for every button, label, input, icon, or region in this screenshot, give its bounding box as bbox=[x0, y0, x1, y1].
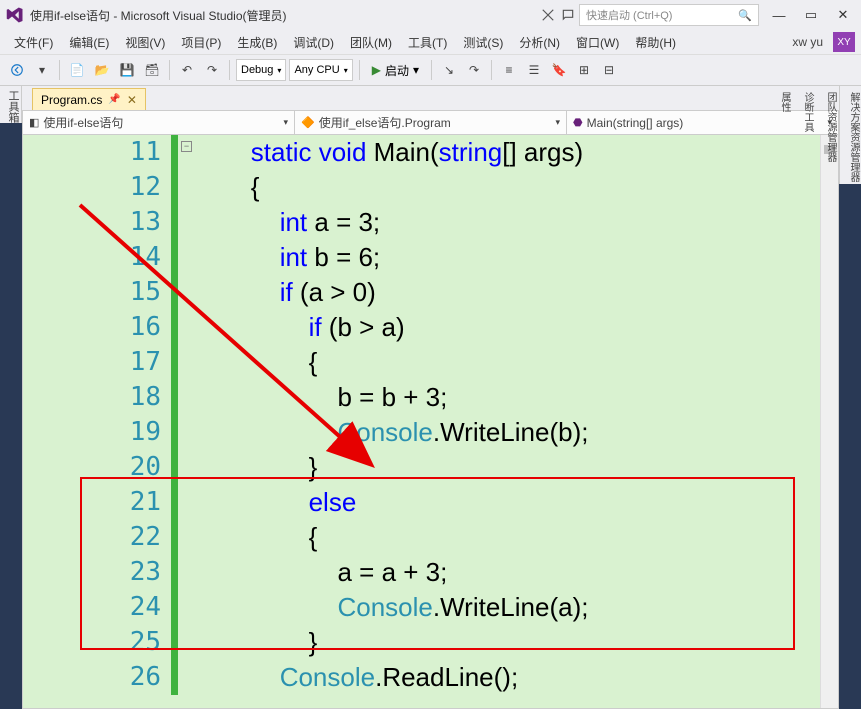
menu-window[interactable]: 窗口(W) bbox=[568, 32, 627, 53]
menu-edit[interactable]: 编辑(E) bbox=[61, 32, 117, 53]
code-line[interactable]: if (b > a) bbox=[193, 312, 405, 347]
line-number: 11 bbox=[111, 137, 161, 167]
menu-build[interactable]: 生成(B) bbox=[229, 32, 285, 53]
start-button[interactable]: ▶启动▾ bbox=[366, 62, 425, 79]
code-line[interactable]: { bbox=[193, 347, 317, 382]
feedback-icon[interactable] bbox=[561, 8, 575, 22]
vs-logo-icon bbox=[6, 6, 24, 24]
menu-tools[interactable]: 工具(T) bbox=[400, 32, 455, 53]
code-line[interactable]: int a = 3; bbox=[193, 207, 380, 242]
format-icon[interactable]: ⊞ bbox=[573, 59, 595, 81]
close-tab-icon[interactable]: ✕ bbox=[127, 93, 137, 107]
document-well: Program.cs 📌 ✕ ◧使用if-else语句▾ 🔶使用if_else语… bbox=[0, 86, 861, 709]
user-avatar[interactable]: XY bbox=[833, 32, 855, 52]
close-button[interactable]: ✕ bbox=[831, 4, 855, 26]
menu-test[interactable]: 测试(S) bbox=[455, 32, 511, 53]
save-button[interactable]: 💾 bbox=[116, 59, 138, 81]
minimize-button[interactable]: — bbox=[767, 4, 791, 26]
line-number: 21 bbox=[111, 487, 161, 517]
new-project-button[interactable]: 📄 bbox=[66, 59, 88, 81]
code-line[interactable]: } bbox=[193, 452, 317, 487]
nav-project-dropdown[interactable]: ◧使用if-else语句▾ bbox=[23, 111, 295, 134]
search-icon: 🔍 bbox=[738, 9, 752, 22]
diagnostic-tab[interactable]: 诊断工具 bbox=[800, 90, 815, 184]
undo-button[interactable]: ↶ bbox=[176, 59, 198, 81]
right-rail: 解决方案资源管理器 团队资源管理器 诊断工具 属性 bbox=[839, 86, 861, 184]
file-tab-program[interactable]: Program.cs 📌 ✕ bbox=[32, 88, 146, 110]
line-number: 26 bbox=[111, 662, 161, 692]
code-line[interactable]: static void Main(string[] args) bbox=[193, 137, 583, 172]
line-number: 24 bbox=[111, 592, 161, 622]
uncomment-icon[interactable]: ☰ bbox=[523, 59, 545, 81]
redo-button[interactable]: ↷ bbox=[201, 59, 223, 81]
nav-back-button[interactable] bbox=[6, 59, 28, 81]
menu-team[interactable]: 团队(M) bbox=[342, 32, 400, 53]
properties-tab[interactable]: 属性 bbox=[777, 90, 792, 184]
notification-icon[interactable] bbox=[541, 8, 555, 22]
line-number: 18 bbox=[111, 382, 161, 412]
team-explorer-tab[interactable]: 团队资源管理器 bbox=[823, 90, 838, 184]
line-number: 14 bbox=[111, 242, 161, 272]
code-line[interactable]: } bbox=[193, 627, 317, 662]
line-number: 15 bbox=[111, 277, 161, 307]
outline-collapse-icon[interactable]: − bbox=[181, 141, 192, 152]
code-text[interactable]: static void Main(string[] args) { int a … bbox=[193, 135, 820, 708]
quick-launch-input[interactable]: 快速启动 (Ctrl+Q) 🔍 bbox=[579, 4, 759, 26]
platform-dropdown[interactable]: Any CPU▾ bbox=[289, 59, 352, 81]
quick-launch-placeholder: 快速启动 (Ctrl+Q) bbox=[586, 7, 672, 23]
vertical-scrollbar[interactable] bbox=[820, 135, 838, 708]
toolbox-rail[interactable]: 工具箱 bbox=[0, 86, 22, 123]
line-number: 25 bbox=[111, 627, 161, 657]
save-all-button[interactable]: 🗃 bbox=[141, 59, 163, 81]
nav-fwd-button[interactable]: ▾ bbox=[31, 59, 53, 81]
open-file-button[interactable]: 📂 bbox=[91, 59, 113, 81]
line-number: 20 bbox=[111, 452, 161, 482]
code-line[interactable]: a = a + 3; bbox=[193, 557, 447, 592]
code-line[interactable]: if (a > 0) bbox=[193, 277, 376, 312]
nav-method-dropdown[interactable]: ⬣Main(string[] args)▾ bbox=[567, 111, 838, 134]
code-line[interactable]: Console.ReadLine(); bbox=[193, 662, 518, 697]
user-name[interactable]: xw yu bbox=[792, 35, 823, 49]
line-number: 16 bbox=[111, 312, 161, 342]
restore-button[interactable]: ▭ bbox=[799, 4, 823, 26]
editor: ◧使用if-else语句▾ 🔶使用if_else语句.Program▾ ⬣Mai… bbox=[22, 110, 839, 709]
window-title: 使用if-else语句 - Microsoft Visual Studio(管理… bbox=[30, 7, 287, 24]
code-surface[interactable]: − 11 12 13 14 15 16 17 18 19 20 21 22 23 24 25 26 stati… bbox=[23, 135, 838, 708]
comment-icon[interactable]: ≡ bbox=[498, 59, 520, 81]
config-dropdown[interactable]: Debug▾ bbox=[236, 59, 286, 81]
code-line[interactable]: Console.WriteLine(b); bbox=[193, 417, 588, 452]
pin-icon[interactable]: 📌 bbox=[108, 94, 120, 105]
title-bar: 使用if-else语句 - Microsoft Visual Studio(管理… bbox=[0, 0, 861, 30]
code-line[interactable]: { bbox=[193, 172, 259, 207]
code-line[interactable]: Console.WriteLine(a); bbox=[193, 592, 588, 627]
menu-file[interactable]: 文件(F) bbox=[6, 32, 61, 53]
line-number: 12 bbox=[111, 172, 161, 202]
line-number: 22 bbox=[111, 522, 161, 552]
line-number: 19 bbox=[111, 417, 161, 447]
menu-project[interactable]: 项目(P) bbox=[173, 32, 229, 53]
code-line[interactable]: b = b + 3; bbox=[193, 382, 447, 417]
file-tab-label: Program.cs bbox=[41, 93, 102, 107]
code-line[interactable]: else bbox=[193, 487, 356, 522]
menu-analyze[interactable]: 分析(N) bbox=[511, 32, 568, 53]
line-number-gutter: 11 12 13 14 15 16 17 18 19 20 21 22 23 24 25 26 bbox=[23, 135, 173, 708]
step-over-icon[interactable]: ↷ bbox=[463, 59, 485, 81]
code-line[interactable]: int b = 6; bbox=[193, 242, 380, 277]
tab-strip: Program.cs 📌 ✕ bbox=[0, 86, 861, 110]
outline-icon[interactable]: ⊟ bbox=[598, 59, 620, 81]
line-number: 23 bbox=[111, 557, 161, 587]
menu-view[interactable]: 视图(V) bbox=[117, 32, 173, 53]
menu-help[interactable]: 帮助(H) bbox=[627, 32, 684, 53]
code-line[interactable]: { bbox=[193, 522, 317, 557]
nav-class-dropdown[interactable]: 🔶使用if_else语句.Program▾ bbox=[295, 111, 567, 134]
bookmark-icon[interactable]: 🔖 bbox=[548, 59, 570, 81]
menu-debug[interactable]: 调试(D) bbox=[285, 32, 342, 53]
nav-bar: ◧使用if-else语句▾ 🔶使用if_else语句.Program▾ ⬣Mai… bbox=[23, 111, 838, 135]
toolbar: ▾ 📄 📂 💾 🗃 ↶ ↷ Debug▾ Any CPU▾ ▶启动▾ ↘ ↷ ≡… bbox=[0, 54, 861, 86]
step-into-icon[interactable]: ↘ bbox=[438, 59, 460, 81]
solution-explorer-tab[interactable]: 解决方案资源管理器 bbox=[846, 90, 861, 184]
line-number: 13 bbox=[111, 207, 161, 237]
line-number: 17 bbox=[111, 347, 161, 377]
menu-bar: 文件(F) 编辑(E) 视图(V) 项目(P) 生成(B) 调试(D) 团队(M… bbox=[0, 30, 861, 54]
